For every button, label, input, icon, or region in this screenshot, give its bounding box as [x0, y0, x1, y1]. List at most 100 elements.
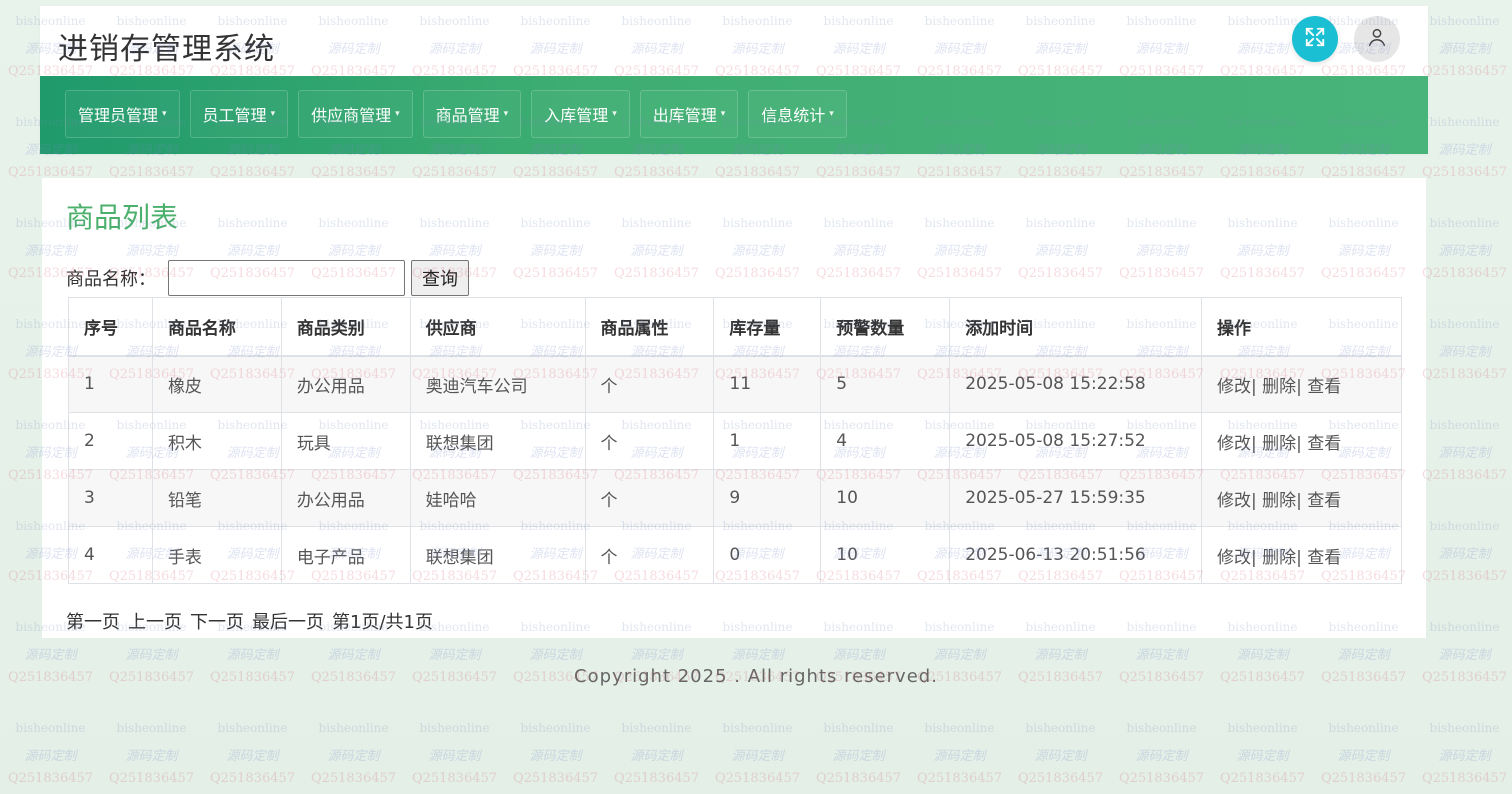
delete-link[interactable]: 删除| [1262, 377, 1302, 397]
cell-attribute: 个 [584, 526, 715, 584]
cell-attribute: 个 [584, 412, 715, 470]
search-label: 商品名称： [66, 269, 156, 290]
nav-item-label: 员工管理 [202, 106, 267, 125]
view-link[interactable]: 查看 [1307, 548, 1341, 568]
cell-time: 2025-05-08 15:22:58 [949, 355, 1202, 413]
goods-list-panel: 商品列表 商品名称： 查询 序号 商品名称 商品类别 供应商 商品属性 库存量 [42, 178, 1426, 638]
column-header-attribute: 商品属性 [584, 297, 715, 357]
page-info: 第1页/共1页 [332, 612, 433, 633]
nav-item-label: 管理员管理 [78, 106, 159, 125]
cell-id: 2 [68, 412, 153, 470]
cell-time: 2025-05-08 15:27:52 [949, 412, 1202, 470]
cell-stock: 1 [713, 412, 822, 470]
search-input[interactable] [168, 260, 405, 296]
cell-supplier: 奥迪汽车公司 [409, 355, 586, 413]
column-header-actions: 操作 [1200, 297, 1403, 357]
cell-warning: 4 [820, 412, 951, 470]
cell-category: 玩具 [280, 412, 411, 470]
last-page-link[interactable]: 最后一页 [252, 608, 324, 634]
cell-warning: 10 [820, 526, 951, 584]
caret-down-icon: ▾ [270, 109, 276, 119]
copyright-footer: Copyright 2025 . All rights reserved. [574, 666, 938, 687]
column-header-name: 商品名称 [151, 297, 282, 357]
cell-warning: 10 [820, 469, 951, 527]
cell-name: 橡皮 [151, 355, 282, 413]
cell-supplier: 联想集团 [409, 526, 586, 584]
user-menu-button[interactable] [1354, 16, 1400, 62]
column-header-time: 添加时间 [949, 297, 1202, 357]
nav-item-statistics[interactable]: 信息统计 ▾ [748, 90, 847, 138]
table-row: 2 积木 玩具 联想集团 个 1 4 2025-05-08 15:27:52 修… [68, 412, 1403, 470]
cell-category: 电子产品 [280, 526, 411, 584]
nav-item-label: 信息统计 [761, 106, 826, 125]
cell-stock: 0 [713, 526, 822, 584]
cell-category: 办公用品 [280, 355, 411, 413]
nav-menu: 管理员管理 ▾ 员工管理 ▾ 供应商管理 ▾ 商品管理 ▾ 入库管理 ▾ 出库管… [65, 90, 847, 138]
goods-table: 序号 商品名称 商品类别 供应商 商品属性 库存量 预警数量 添加时间 操作 1… [68, 297, 1403, 584]
table-header-row: 序号 商品名称 商品类别 供应商 商品属性 库存量 预警数量 添加时间 操作 [68, 297, 1403, 357]
cell-warning: 5 [820, 355, 951, 413]
cell-stock: 9 [713, 469, 822, 527]
fullscreen-button[interactable] [1292, 16, 1338, 62]
caret-down-icon: ▾ [503, 109, 509, 119]
fullscreen-icon [1304, 26, 1326, 52]
table-row: 4 手表 电子产品 联想集团 个 0 10 2025-06-13 20:51:5… [68, 526, 1403, 584]
nav-item-supplier[interactable]: 供应商管理 ▾ [298, 90, 413, 138]
nav-item-outbound[interactable]: 出库管理 ▾ [639, 90, 739, 138]
column-header-supplier: 供应商 [409, 297, 586, 357]
nav-item-label: 商品管理 [435, 106, 500, 125]
view-link[interactable]: 查看 [1307, 377, 1341, 397]
app-title: 进销存管理系统 [58, 32, 275, 67]
cell-actions: 修改| 删除| 查看 [1200, 355, 1403, 413]
nav-item-staff[interactable]: 员工管理 ▾ [189, 90, 289, 138]
column-header-category: 商品类别 [280, 297, 411, 357]
nav-item-goods[interactable]: 商品管理 ▾ [422, 90, 522, 138]
delete-link[interactable]: 删除| [1262, 548, 1302, 568]
cell-stock: 11 [713, 355, 822, 413]
column-header-stock: 库存量 [713, 297, 822, 357]
prev-page-link[interactable]: 上一页 [128, 608, 182, 634]
edit-link[interactable]: 修改| [1217, 548, 1257, 568]
cell-name: 积木 [151, 412, 282, 470]
view-link[interactable]: 查看 [1307, 491, 1341, 511]
nav-item-inbound[interactable]: 入库管理 ▾ [531, 90, 630, 138]
cell-actions: 修改| 删除| 查看 [1200, 469, 1403, 527]
pagination: 第一页 上一页 下一页 最后一页 第1页/共1页 [66, 608, 433, 634]
cell-actions: 修改| 删除| 查看 [1200, 412, 1403, 470]
first-page-link[interactable]: 第一页 [66, 608, 120, 634]
caret-down-icon: ▾ [162, 109, 167, 119]
app-header: 进销存管理系统 管理员管理 ▾ 员工管理 ▾ 供应商管理 ▾ 商品管理 ▾ 入库… [40, 6, 1428, 154]
view-link[interactable]: 查看 [1307, 434, 1341, 454]
cell-name: 铅笔 [151, 469, 282, 527]
cell-time: 2025-05-27 15:59:35 [949, 469, 1202, 527]
delete-link[interactable]: 删除| [1262, 434, 1302, 454]
column-header-warning: 预警数量 [820, 297, 951, 357]
cell-time: 2025-06-13 20:51:56 [949, 526, 1202, 584]
delete-link[interactable]: 删除| [1262, 491, 1302, 511]
edit-link[interactable]: 修改| [1217, 377, 1257, 397]
user-icon [1366, 26, 1388, 52]
caret-down-icon: ▾ [395, 109, 400, 119]
cell-id: 4 [68, 526, 153, 584]
cell-supplier: 娃哈哈 [409, 469, 586, 527]
cell-name: 手表 [151, 526, 282, 584]
next-page-link[interactable]: 下一页 [190, 608, 244, 634]
search-button[interactable]: 查询 [411, 260, 469, 296]
table-row: 3 铅笔 办公用品 娃哈哈 个 9 10 2025-05-27 15:59:35… [68, 469, 1403, 527]
cell-category: 办公用品 [280, 469, 411, 527]
cell-id: 3 [68, 469, 153, 527]
cell-attribute: 个 [584, 469, 715, 527]
cell-attribute: 个 [584, 355, 715, 413]
main-navbar: 管理员管理 ▾ 员工管理 ▾ 供应商管理 ▾ 商品管理 ▾ 入库管理 ▾ 出库管… [40, 76, 1428, 154]
nav-item-admin[interactable]: 管理员管理 ▾ [65, 90, 180, 138]
table-row: 1 橡皮 办公用品 奥迪汽车公司 个 11 5 2025-05-08 15:22… [68, 355, 1403, 413]
caret-down-icon: ▾ [720, 109, 726, 119]
nav-item-label: 供应商管理 [311, 106, 392, 125]
search-bar: 商品名称： 查询 [66, 260, 469, 296]
page-title: 商品列表 [66, 201, 179, 234]
edit-link[interactable]: 修改| [1217, 434, 1257, 454]
edit-link[interactable]: 修改| [1217, 491, 1257, 511]
cell-id: 1 [68, 355, 153, 413]
caret-down-icon: ▾ [829, 109, 834, 119]
cell-supplier: 联想集团 [409, 412, 586, 470]
